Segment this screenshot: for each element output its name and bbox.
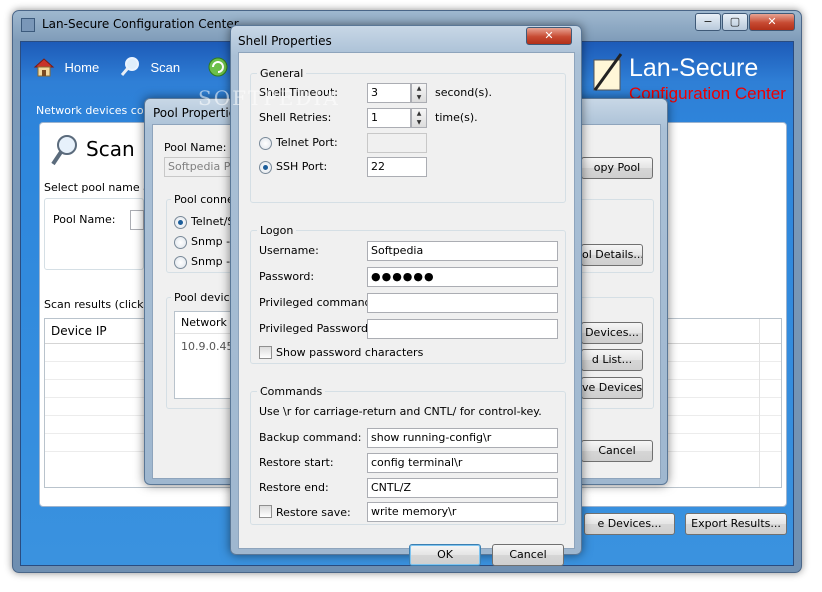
page-title: Scan: [86, 137, 135, 161]
snmp-radio-2[interactable]: [174, 256, 187, 269]
pool-name-label: Pool Name:: [164, 141, 227, 154]
scan-results-text: Scan results (click a: [44, 298, 154, 311]
nav-scan-label: Scan: [150, 59, 181, 75]
save-devices-pool-button[interactable]: ve Devices: [581, 377, 643, 399]
password-label: Password:: [259, 270, 315, 283]
show-password-checkbox[interactable]: [259, 346, 272, 359]
telnet-port-radio[interactable]: [259, 137, 272, 150]
commands-hint: Use \r for carriage-return and CNTL/ for…: [259, 405, 542, 418]
nav-scan[interactable]: Scan: [119, 56, 180, 78]
devices-button[interactable]: Devices...: [581, 322, 643, 344]
timeout-unit: second(s).: [435, 86, 493, 99]
general-group-label: General: [257, 67, 307, 80]
shell-retries-input[interactable]: 1: [367, 108, 411, 128]
home-icon: [33, 58, 55, 77]
shell-retries-label: Shell Retries:: [259, 111, 332, 124]
privileged-command-label: Privileged command:: [259, 296, 376, 309]
privileged-command-input[interactable]: [367, 293, 558, 313]
pool-group: [44, 198, 144, 270]
show-password-label: Show password characters: [276, 346, 424, 359]
nav-home[interactable]: Home: [33, 56, 99, 78]
username-input[interactable]: Softpedia: [367, 241, 558, 261]
list-item[interactable]: 10.9.0.45: [175, 334, 235, 359]
pool-devices-list[interactable]: Network 10.9.0.45: [174, 311, 236, 399]
export-results-button[interactable]: Export Results...: [685, 513, 787, 535]
nav-home-label: Home: [64, 59, 100, 75]
load-list-button[interactable]: d List...: [581, 349, 643, 371]
restore-end-input[interactable]: CNTL/Z: [367, 478, 558, 498]
scan-large-icon: [51, 135, 77, 166]
shell-close-button[interactable]: ✕: [526, 27, 572, 45]
commands-group-label: Commands: [257, 385, 326, 398]
logon-group-label: Logon: [257, 224, 297, 237]
shell-dialog-client: General Shell Timeout: 3 ▲ ▼ second(s). S…: [238, 52, 575, 566]
close-button[interactable]: ✕: [749, 13, 795, 31]
backup-command-label: Backup command:: [259, 431, 362, 444]
minimize-button[interactable]: −: [695, 13, 721, 31]
spin-down-icon[interactable]: ▼: [412, 93, 426, 102]
pool-details-button[interactable]: ol Details...: [581, 244, 643, 266]
nav-refresh[interactable]: [207, 56, 229, 81]
refresh-icon: [208, 57, 228, 77]
privileged-password-input[interactable]: [367, 319, 558, 339]
password-input[interactable]: ●●●●●●: [367, 267, 558, 287]
spin-up-icon[interactable]: ▲: [412, 84, 426, 93]
shell-retries-spinner[interactable]: ▲ ▼: [411, 108, 427, 128]
shell-timeout-spinner[interactable]: ▲ ▼: [411, 83, 427, 103]
pool-name-select[interactable]: [130, 210, 144, 230]
backup-command-input[interactable]: show running-config\r: [367, 428, 558, 448]
pool-name-field[interactable]: Softpedia Poo: [164, 157, 234, 177]
telnet-port-label: Telnet Port:: [276, 136, 338, 149]
pool-cancel-button[interactable]: Cancel: [581, 440, 653, 462]
ssh-port-label: SSH Port:: [276, 160, 328, 173]
restore-start-label: Restore start:: [259, 456, 334, 469]
pool-name-label: Pool Name:: [53, 213, 116, 226]
ssh-port-input[interactable]: 22: [367, 157, 427, 177]
devices-header-network[interactable]: Network: [175, 312, 235, 334]
spin-down-icon[interactable]: ▼: [412, 118, 426, 127]
scan-icon: [120, 57, 139, 76]
ok-button[interactable]: OK: [409, 544, 481, 566]
telnet-radio[interactable]: [174, 216, 187, 229]
window-title: Lan-Secure Configuration Center: [42, 17, 239, 31]
telnet-radio-label: Telnet/S: [191, 215, 235, 228]
grid-column-divider: [759, 319, 760, 487]
brand-title: Lan-Secure: [629, 54, 759, 82]
maximize-button[interactable]: ▢: [722, 13, 748, 31]
restore-end-label: Restore end:: [259, 481, 329, 494]
cancel-button[interactable]: Cancel: [492, 544, 564, 566]
telnet-port-input[interactable]: [367, 133, 427, 153]
select-pool-text: Select pool name ar: [44, 181, 155, 194]
retries-unit: time(s).: [435, 111, 478, 124]
restore-save-checkbox[interactable]: [259, 505, 272, 518]
brand-logo-icon: [593, 53, 623, 91]
privileged-password-label: Privileged Password:: [259, 322, 372, 335]
spin-up-icon[interactable]: ▲: [412, 109, 426, 118]
save-devices-button[interactable]: e Devices...: [584, 513, 675, 535]
username-label: Username:: [259, 244, 319, 257]
shell-dialog-title: Shell Properties: [238, 34, 332, 48]
restore-save-input[interactable]: write memory\r: [367, 502, 558, 522]
copy-pool-button[interactable]: opy Pool: [581, 157, 653, 179]
softpedia-watermark: SOFTPEDIA: [198, 86, 340, 110]
ssh-port-radio[interactable]: [259, 161, 272, 174]
app-icon: [21, 18, 35, 32]
restore-save-label: Restore save:: [276, 506, 351, 519]
restore-start-input[interactable]: config terminal\r: [367, 453, 558, 473]
shell-timeout-input[interactable]: 3: [367, 83, 411, 103]
snmp-radio-1[interactable]: [174, 236, 187, 249]
